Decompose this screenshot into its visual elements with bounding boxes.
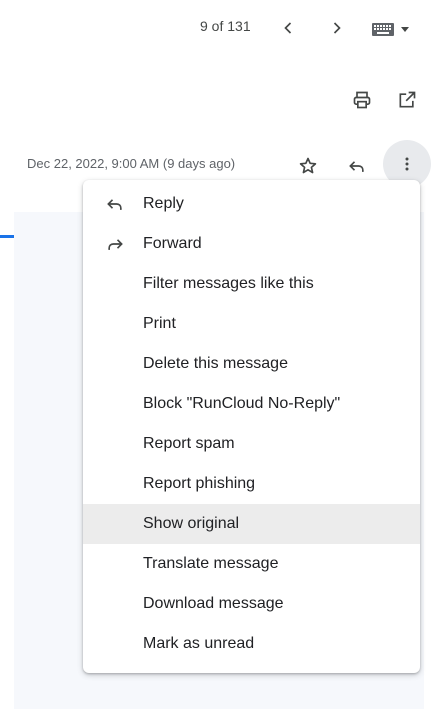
message-date: Dec 22, 2022, 9:00 AM (9 days ago) (27, 156, 236, 171)
more-vert-icon (397, 154, 417, 174)
menu-item-forward[interactable]: Forward (83, 224, 420, 264)
menu-item-label: Print (143, 315, 176, 332)
menu-item-label: Block "RunCloud No-Reply" (143, 395, 341, 412)
menu-item-report-phishing[interactable]: Report phishing (83, 464, 420, 504)
menu-item-print[interactable]: Print (83, 304, 420, 344)
menu-item-reply[interactable]: Reply (83, 184, 420, 224)
menu-item-filter-messages[interactable]: Filter messages like this (83, 264, 420, 304)
menu-item-report-spam[interactable]: Report spam (83, 424, 420, 464)
menu-item-label: Report phishing (143, 475, 256, 492)
menu-item-show-original[interactable]: Show original (83, 504, 420, 544)
menu-item-label: Translate message (143, 555, 279, 572)
menu-item-label: Mark as unread (143, 635, 255, 652)
keyboard-icon[interactable] (370, 17, 414, 41)
forward-icon (105, 234, 125, 254)
menu-item-download[interactable]: Download message (83, 584, 420, 624)
menu-item-mark-unread[interactable]: Mark as unread (83, 624, 420, 664)
chevron-right-icon[interactable] (325, 16, 349, 40)
menu-item-delete[interactable]: Delete this message (83, 344, 420, 384)
reply-icon[interactable] (345, 154, 369, 178)
menu-item-translate[interactable]: Translate message (83, 544, 420, 584)
accent-line (0, 235, 14, 238)
menu-item-label: Report spam (143, 435, 235, 452)
menu-item-label: Forward (143, 235, 202, 252)
open-in-new-icon[interactable] (395, 88, 419, 112)
star-outline-icon[interactable] (296, 154, 320, 178)
menu-item-label: Show original (143, 515, 240, 532)
message-options-menu: Reply Forward Filter messages like this … (83, 180, 420, 673)
print-icon[interactable] (350, 88, 374, 112)
menu-item-label: Delete this message (143, 355, 288, 372)
pager-text: 9 of 131 (200, 18, 251, 34)
menu-item-block-sender[interactable]: Block "RunCloud No-Reply" (83, 384, 420, 424)
menu-item-label: Download message (143, 595, 284, 612)
menu-item-label: Filter messages like this (143, 275, 314, 292)
chevron-left-icon[interactable] (276, 16, 300, 40)
reply-icon (105, 194, 125, 214)
menu-item-label: Reply (143, 195, 184, 212)
